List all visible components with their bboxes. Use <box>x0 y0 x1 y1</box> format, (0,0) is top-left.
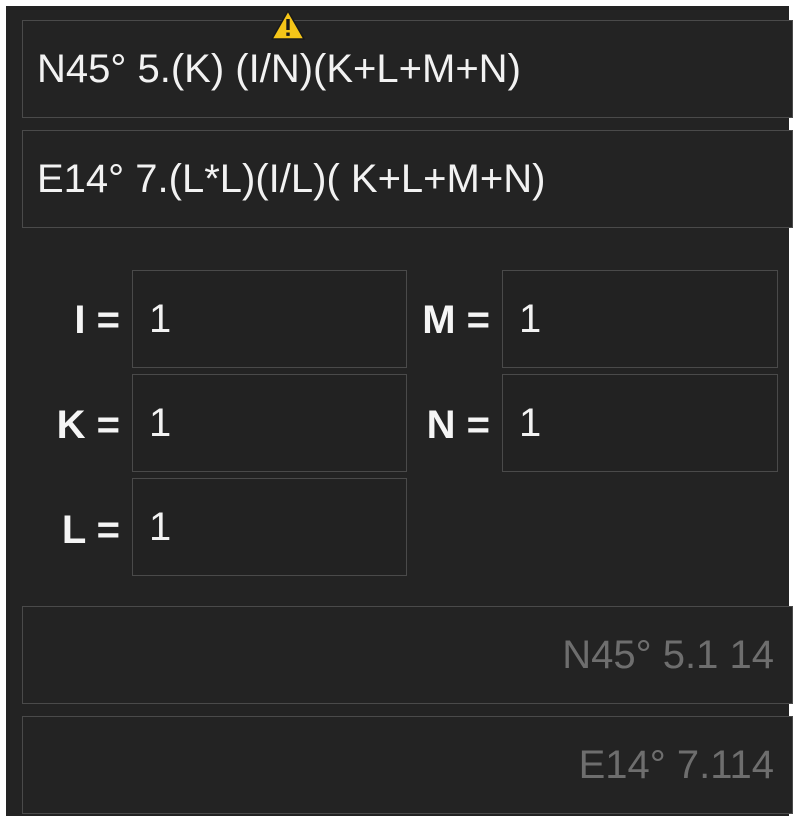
longitude-result-field: E14° 7.114 <box>22 716 793 814</box>
variable-i-label: I = <box>74 298 120 342</box>
variable-l-input[interactable]: 1 <box>132 478 407 576</box>
longitude-result-text: E14° 7.114 <box>578 743 774 787</box>
variable-m-label: M = <box>422 298 490 342</box>
variable-i-value: 1 <box>149 296 172 341</box>
variable-k-label: K = <box>56 403 120 447</box>
variable-k-input[interactable]: 1 <box>132 374 407 472</box>
latitude-result-text: N45° 5.1 14 <box>562 633 774 677</box>
warning-triangle-icon <box>271 10 305 40</box>
longitude-formula-text: E14° 7.(L*L)(I/L)( K+L+M+N) <box>37 157 546 201</box>
latitude-formula-text: N45° 5.(K) (I/N)(K+L+M+N) <box>37 47 521 91</box>
variable-k-value: 1 <box>149 400 172 445</box>
latitude-formula-input[interactable]: N45° 5.(K) (I/N)(K+L+M+N) <box>22 20 793 118</box>
variable-n-value: 1 <box>519 400 542 445</box>
variable-n-label: N = <box>426 403 490 447</box>
variable-n-input[interactable]: 1 <box>502 374 778 472</box>
variable-i-input[interactable]: 1 <box>132 270 407 368</box>
variable-m-input[interactable]: 1 <box>502 270 778 368</box>
latitude-result-field: N45° 5.1 14 <box>22 606 793 704</box>
variable-m-value: 1 <box>519 296 542 341</box>
longitude-formula-input[interactable]: E14° 7.(L*L)(I/L)( K+L+M+N) <box>22 130 793 228</box>
variable-l-value: 1 <box>149 504 172 549</box>
variable-l-label: L = <box>61 508 120 552</box>
